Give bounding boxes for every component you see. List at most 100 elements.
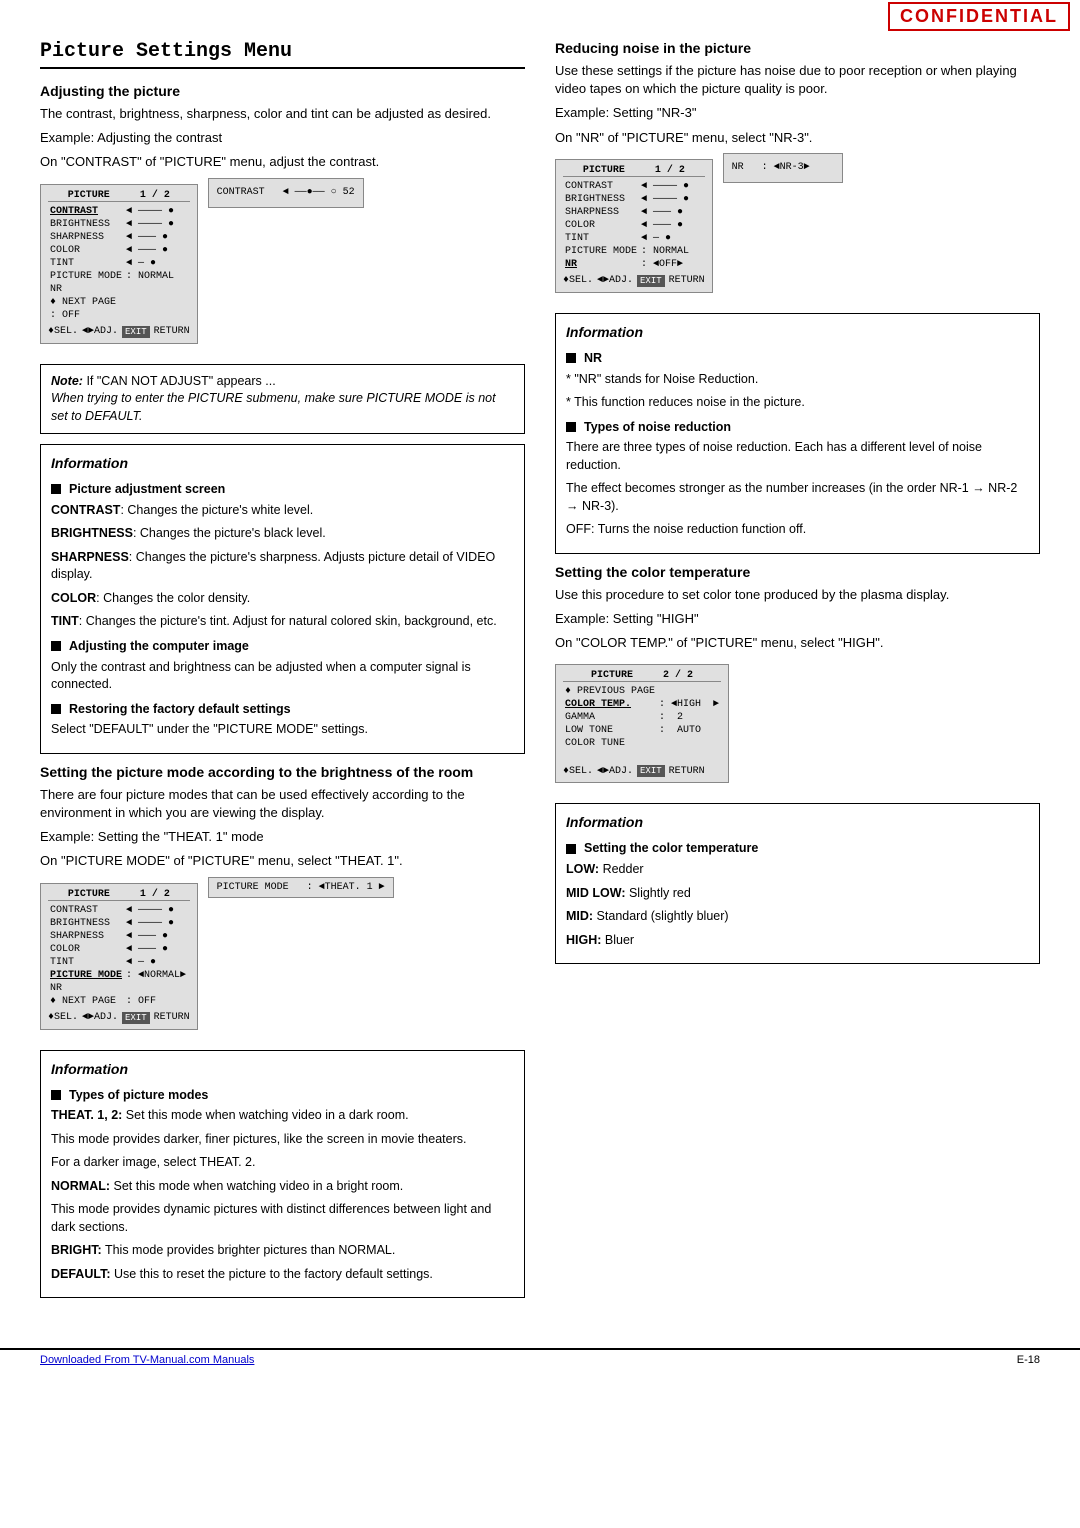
page-number-left: E-18 [1017, 1354, 1040, 1366]
menu2-nav: ♦SEL.◄►ADJ.EXITRETURN [48, 1012, 190, 1024]
info-box2-title: Information [51, 1059, 514, 1080]
black-square-6 [566, 422, 576, 432]
reducing-noise-example-label: Example: Setting "NR-3" [555, 104, 1040, 122]
reducing-noise-example-body: On "NR" of "PICTURE" menu, select "NR-3"… [555, 129, 1040, 147]
confidential-banner: CONFIDENTIAL [888, 2, 1070, 31]
info-nr-2: * This function reduces noise in the pic… [566, 394, 1029, 412]
adjusting-picture-body: The contrast, brightness, sharpness, col… [40, 105, 525, 123]
menu3-right-box: NR : ◄NR-3► [723, 153, 843, 183]
note-box: Note: If "CAN NOT ADJUST" appears ... Wh… [40, 364, 525, 435]
adjusting-picture-title: Adjusting the picture [40, 83, 525, 99]
note-text2: When trying to enter the PICTURE submenu… [51, 391, 496, 423]
menu1-row-contrast: CONTRAST [48, 205, 124, 218]
exit-btn-1: EXIT [122, 326, 150, 338]
info-theat-desc1: This mode provides darker, finer picture… [51, 1131, 514, 1149]
info-heading-noise-types: Types of noise reduction [566, 418, 1029, 437]
info-box1-title: Information [51, 453, 514, 474]
info-color-mid: MID: Standard (slightly bluer) [566, 908, 1029, 926]
black-square-3 [51, 704, 61, 714]
info-box-2: Information Types of picture modes THEAT… [40, 1050, 525, 1299]
picture-mode-title: Setting the picture mode according to th… [40, 764, 525, 780]
info-box-1: Information Picture adjustment screen CO… [40, 444, 525, 754]
menu2-screenshot: PICTURE 1 / 2 CONTRAST◄ ———— ● BRIGHTNES… [40, 883, 198, 1030]
note-text1: If "CAN NOT ADJUST" appears ... [86, 374, 275, 388]
info-sharpness: SHARPNESS: Changes the picture's sharpne… [51, 549, 514, 584]
color-temp-title: Setting the color temperature [555, 564, 1040, 580]
menu4-screenshot: PICTURE 2 / 2 ♦ PREVIOUS PAGE COLOR TEMP… [555, 664, 729, 783]
black-square-4 [51, 1090, 61, 1100]
info-color-mid-low: MID LOW: Slightly red [566, 885, 1029, 903]
info-bright: BRIGHT: This mode provides brighter pict… [51, 1242, 514, 1260]
black-square-2 [51, 641, 61, 651]
menu4-nav: ♦SEL.◄►ADJ.EXITRETURN [563, 765, 721, 777]
info-theat-desc2: For a darker image, select THEAT. 2. [51, 1154, 514, 1172]
info-heading-nr: NR [566, 349, 1029, 368]
info-theat12: THEAT. 1, 2: Set this mode when watching… [51, 1107, 514, 1125]
info-noise-types-1: There are three types of noise reduction… [566, 439, 1029, 474]
menu2-container: PICTURE 1 / 2 CONTRAST◄ ———— ● BRIGHTNES… [40, 877, 525, 1036]
menu1-screenshot: PICTURE 1 / 2 CONTRAST◄ ———— ● BRIGHTNES… [40, 184, 198, 344]
color-temp-body: Use this procedure to set color tone pro… [555, 586, 1040, 604]
info-heading-color-temp: Setting the color temperature [566, 839, 1029, 858]
menu1-title: PICTURE 1 / 2 [48, 190, 190, 202]
menu1-container: PICTURE 1 / 2 CONTRAST◄ ———— ● BRIGHTNES… [40, 178, 525, 350]
info-color-low: LOW: Redder [566, 861, 1029, 879]
picture-mode-example-body: On "PICTURE MODE" of "PICTURE" menu, sel… [40, 852, 525, 870]
page-title: Picture Settings Menu [40, 40, 525, 69]
info-noise-types-2: The effect becomes stronger as the numbe… [566, 480, 1029, 515]
menu2-title: PICTURE 1 / 2 [48, 889, 190, 901]
info-nr-1: * "NR" stands for Noise Reduction. [566, 371, 1029, 389]
info-noise-types-3: OFF: Turns the noise reduction function … [566, 521, 1029, 539]
info-heading-factory: Restoring the factory default settings [51, 700, 514, 719]
menu2-right-box: PICTURE MODE : ◄THEAT. 1 ► [208, 877, 394, 898]
reducing-noise-title: Reducing noise in the picture [555, 40, 1040, 56]
menu3-nav: ♦SEL.◄►ADJ.EXITRETURN [563, 275, 705, 287]
info-box3-title: Information [566, 322, 1029, 343]
info-box-4: Information Setting the color temperatur… [555, 803, 1040, 964]
section-reducing-noise: Reducing noise in the picture Use these … [555, 40, 1040, 299]
menu4-title: PICTURE 2 / 2 [563, 670, 721, 682]
info-default: DEFAULT: Use this to reset the picture t… [51, 1266, 514, 1284]
exit-btn-4: EXIT [637, 765, 665, 777]
menu3-title: PICTURE 1 / 2 [563, 165, 705, 177]
info-normal: NORMAL: Set this mode when watching vide… [51, 1178, 514, 1196]
exit-btn-3: EXIT [637, 275, 665, 287]
right-column: Reducing noise in the picture Use these … [555, 40, 1040, 1308]
exit-btn-2: EXIT [122, 1012, 150, 1024]
left-column: Picture Settings Menu Adjusting the pict… [40, 40, 525, 1308]
info-color: COLOR: Changes the color density. [51, 590, 514, 608]
black-square-5 [566, 353, 576, 363]
black-square-1 [51, 484, 61, 494]
menu3-container: PICTURE 1 / 2 CONTRAST◄ ———— ● BRIGHTNES… [555, 153, 1040, 299]
info-heading-computer: Adjusting the computer image [51, 637, 514, 656]
info-brightness: BRIGHTNESS: Changes the picture's black … [51, 525, 514, 543]
picture-mode-example-label: Example: Setting the "THEAT. 1" mode [40, 828, 525, 846]
info-color-high: HIGH: Bluer [566, 932, 1029, 950]
info-contrast: CONTRAST: Changes the picture's white le… [51, 502, 514, 520]
adjusting-example-body: On "CONTRAST" of "PICTURE" menu, adjust … [40, 153, 525, 171]
picture-mode-body: There are four picture modes that can be… [40, 786, 525, 822]
adjusting-example-label: Example: Adjusting the contrast [40, 129, 525, 147]
menu3-screenshot: PICTURE 1 / 2 CONTRAST◄ ———— ● BRIGHTNES… [555, 159, 713, 293]
black-square-7 [566, 844, 576, 854]
info-box4-title: Information [566, 812, 1029, 833]
info-heading-picture-adjustment: Picture adjustment screen [51, 480, 514, 499]
color-temp-example-body: On "COLOR TEMP." of "PICTURE" menu, sele… [555, 634, 1040, 652]
color-temp-example-label: Example: Setting "HIGH" [555, 610, 1040, 628]
info-tint: TINT: Changes the picture's tint. Adjust… [51, 613, 514, 631]
info-box-3: Information NR * "NR" stands for Noise R… [555, 313, 1040, 554]
menu4-container: PICTURE 2 / 2 ♦ PREVIOUS PAGE COLOR TEMP… [555, 658, 1040, 789]
section-picture-mode: Setting the picture mode according to th… [40, 764, 525, 1036]
section-adjusting-picture: Adjusting the picture The contrast, brig… [40, 83, 525, 350]
info-heading-picture-modes: Types of picture modes [51, 1086, 514, 1105]
info-factory-text: Select "DEFAULT" under the "PICTURE MODE… [51, 721, 514, 739]
menu1-right-box: CONTRAST ◄ ——●—— ○ 52 [208, 178, 364, 208]
info-normal-desc: This mode provides dynamic pictures with… [51, 1201, 514, 1236]
menu1-nav: ♦SEL.◄►ADJ.EXITRETURN [48, 326, 190, 338]
reducing-noise-body: Use these settings if the picture has no… [555, 62, 1040, 98]
section-color-temperature: Setting the color temperature Use this p… [555, 564, 1040, 790]
note-label: Note: [51, 374, 83, 388]
info-computer-text: Only the contrast and brightness can be … [51, 659, 514, 694]
page-footer: Downloaded From TV-Manual.com Manuals E-… [0, 1348, 1080, 1370]
footer-link[interactable]: Downloaded From TV-Manual.com Manuals [40, 1354, 254, 1366]
